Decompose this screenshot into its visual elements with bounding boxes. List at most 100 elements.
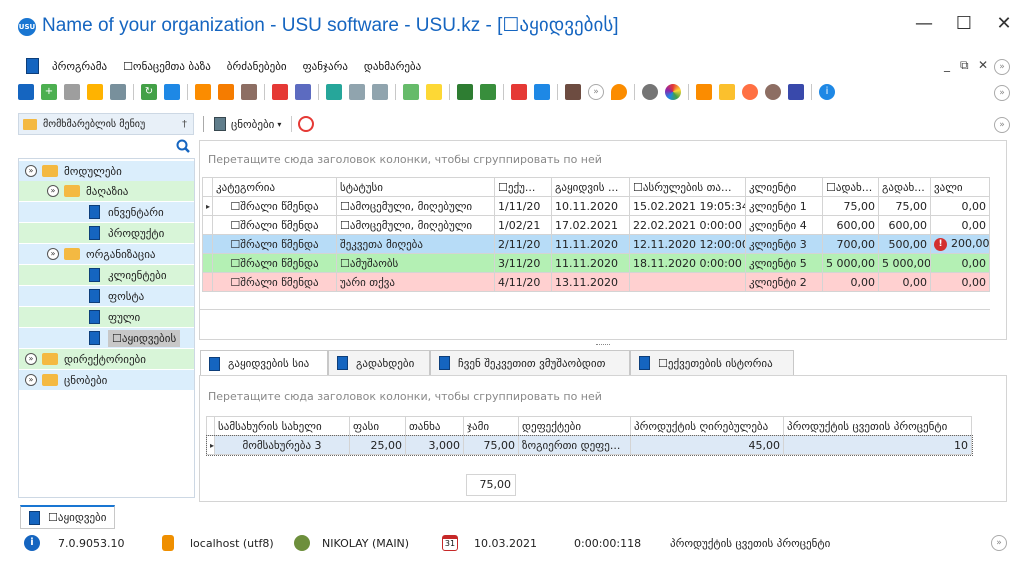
col-debt[interactable]: ვალი <box>930 177 990 197</box>
table-cell[interactable]: ! 200,00 <box>930 234 990 254</box>
table-cell[interactable]: ☐ამოცემული, მიღებული <box>336 196 495 216</box>
table-cell[interactable]: კლიენტი 2 <box>745 272 823 292</box>
info-icon[interactable]: i <box>819 84 835 100</box>
table-cell[interactable]: 10 <box>783 435 972 455</box>
window-new-icon[interactable] <box>511 84 527 100</box>
copy-icon[interactable] <box>64 84 80 100</box>
tree-item-directories[interactable]: » დირექტორიები <box>19 349 194 369</box>
menu-program[interactable]: პროგრამა <box>44 60 115 73</box>
menu-commands[interactable]: ბრძანებები <box>219 60 295 73</box>
table-cell[interactable]: ☐ამუშაობს <box>336 253 495 273</box>
col-product-cost[interactable]: პროდუქტის ღირებულება <box>630 416 784 436</box>
window-tab-sales[interactable]: ☐აყიდვები <box>20 505 116 529</box>
table-cell[interactable]: 0,00 <box>822 272 879 292</box>
window-close-icon[interactable] <box>534 84 550 100</box>
flag-icon[interactable] <box>272 84 288 100</box>
excel-import-icon[interactable] <box>480 84 496 100</box>
table-cell[interactable]: ☐შრალი წმენდა <box>212 234 337 254</box>
table-cell[interactable]: ☐ამოცემული, მიღებული <box>336 215 495 235</box>
table-cell[interactable]: 11.11.2020 <box>551 253 630 273</box>
tree-item-products[interactable]: პროდუქტი <box>19 223 194 243</box>
table-cell[interactable]: შეკვეთა მიღება <box>336 234 495 254</box>
gear-icon[interactable] <box>642 84 658 100</box>
col-sale-date[interactable]: გაყიდვის ... <box>551 177 630 197</box>
note-icon[interactable] <box>426 84 442 100</box>
collapse-icon[interactable]: » <box>25 165 37 177</box>
col-product-name[interactable]: სამსახურის სახელი <box>214 416 350 436</box>
delete-icon[interactable] <box>110 84 126 100</box>
table-cell[interactable]: 4/11/20 <box>494 272 552 292</box>
table-cell[interactable]: კლიენტი 5 <box>745 253 823 273</box>
table-cell[interactable]: 10.11.2020 <box>551 196 630 216</box>
table-cell[interactable] <box>629 272 746 292</box>
table-cell[interactable]: 75,00 <box>463 435 519 455</box>
mdi-minimize-button[interactable]: _ <box>944 58 950 72</box>
tree-item-store[interactable]: » მაღაზია <box>19 181 194 201</box>
minimize-button[interactable]: — <box>904 10 944 38</box>
lock-icon[interactable] <box>719 84 735 100</box>
col-status[interactable]: სტატუსი <box>336 177 495 197</box>
col-product-change-percent[interactable]: პროდუქტის ცვეთის პროცენტი <box>783 416 972 436</box>
menu-database[interactable]: ☐ონაცემთა ბაზა <box>115 60 219 73</box>
table-cell[interactable]: მომსახურება 3 <box>214 435 350 455</box>
table-cell[interactable]: 18.11.2020 0:00:00 <box>629 253 746 273</box>
table-cell[interactable]: კლიენტი 3 <box>745 234 823 254</box>
tree-item-reports[interactable]: » ცნობები <box>19 370 194 390</box>
table-cell[interactable]: 12.11.2020 12:00:00 <box>629 234 746 254</box>
columns-icon[interactable] <box>326 84 342 100</box>
col-price[interactable]: ფასი <box>349 416 406 436</box>
table-cell[interactable]: 0,00 <box>930 196 990 216</box>
col-paid[interactable]: გადახ... <box>878 177 931 197</box>
reload-icon[interactable] <box>298 116 315 132</box>
table-cell[interactable]: 0,00 <box>930 253 990 273</box>
table-cell[interactable]: ☐შრალი წმენდა <box>212 215 337 235</box>
tree-item-mail[interactable]: ფოსტა <box>19 286 194 306</box>
table-cell[interactable]: ☐შრალი წმენდა <box>212 253 337 273</box>
col-category[interactable]: კატეგორია <box>212 177 337 197</box>
col-to-pay[interactable]: ☐ადახ... <box>822 177 879 197</box>
table-cell[interactable]: კლიენტი 1 <box>745 196 823 216</box>
edit-icon[interactable] <box>87 84 103 100</box>
col-check[interactable]: ☐ექუ... <box>494 177 552 197</box>
filter-clear-icon[interactable] <box>218 84 234 100</box>
add-icon[interactable]: + <box>41 84 57 100</box>
table-row[interactable]: ☐შრალი წმენდა შეკვეთა მიღება 2/11/20 11.11.… <box>202 234 990 254</box>
rss-icon[interactable] <box>696 84 712 100</box>
nav-forward-icon[interactable]: » <box>588 84 604 100</box>
table-cell[interactable]: 3/11/20 <box>494 253 552 273</box>
table-cell[interactable]: 45,00 <box>630 435 784 455</box>
table-cell[interactable]: 0,00 <box>878 272 931 292</box>
table-cell[interactable]: 500,00 <box>878 234 931 254</box>
table-cell[interactable]: კლიენტი 4 <box>745 215 823 235</box>
filter-icon[interactable] <box>195 84 211 100</box>
table-cell[interactable]: 0,00 <box>930 215 990 235</box>
col-completion-date[interactable]: ☐ასრულების თა... <box>629 177 746 197</box>
menu-window[interactable]: ფანჯარა <box>295 60 356 73</box>
tab-order-history[interactable]: ☐ექვეთების ისტორია <box>630 350 794 375</box>
table-row[interactable]: ☐შრალი წმენდა ☐ამუშაობს 3/11/20 11.11.2020 1… <box>202 253 990 273</box>
table-cell[interactable]: ☐შრალი წმენდა <box>212 196 337 216</box>
tab-sales-list[interactable]: გაყიდვების სია <box>200 350 328 376</box>
maximize-button[interactable]: ☐ <box>944 10 984 38</box>
table-row[interactable]: ▸ მომსახურება 3 25,00 3,000 75,00 ზოგიერთი დე… <box>205 434 973 456</box>
search-icon[interactable] <box>176 139 190 153</box>
table-cell[interactable]: 25,00 <box>349 435 406 455</box>
tab-our-orders[interactable]: ჩვენ შეკვეთით ვმუშაობდით <box>430 350 630 375</box>
table-cell[interactable]: ☐შრალი წმენდა <box>212 272 337 292</box>
table-cell[interactable]: 75,00 <box>822 196 879 216</box>
table-cell[interactable]: 11.11.2020 <box>551 234 630 254</box>
tree-item-inventory[interactable]: ინვენტარი <box>19 202 194 222</box>
table-cell[interactable]: 1/02/21 <box>494 215 552 235</box>
expand-icon[interactable]: » <box>25 353 37 365</box>
pin-icon[interactable]: † <box>182 119 187 130</box>
pen-icon[interactable] <box>788 84 804 100</box>
menu-help[interactable]: დახმარება <box>356 60 429 73</box>
color-wheel-icon[interactable] <box>665 84 681 100</box>
table-cell[interactable]: 600,00 <box>822 215 879 235</box>
search-icon[interactable] <box>164 84 180 100</box>
table-cell[interactable]: 700,00 <box>822 234 879 254</box>
tree-item-organization[interactable]: » ორგანიზაცია <box>19 244 194 264</box>
table-cell[interactable]: 0,00 <box>930 272 990 292</box>
table-cell[interactable]: უარი თქვა <box>336 272 495 292</box>
user-icon[interactable] <box>742 84 758 100</box>
